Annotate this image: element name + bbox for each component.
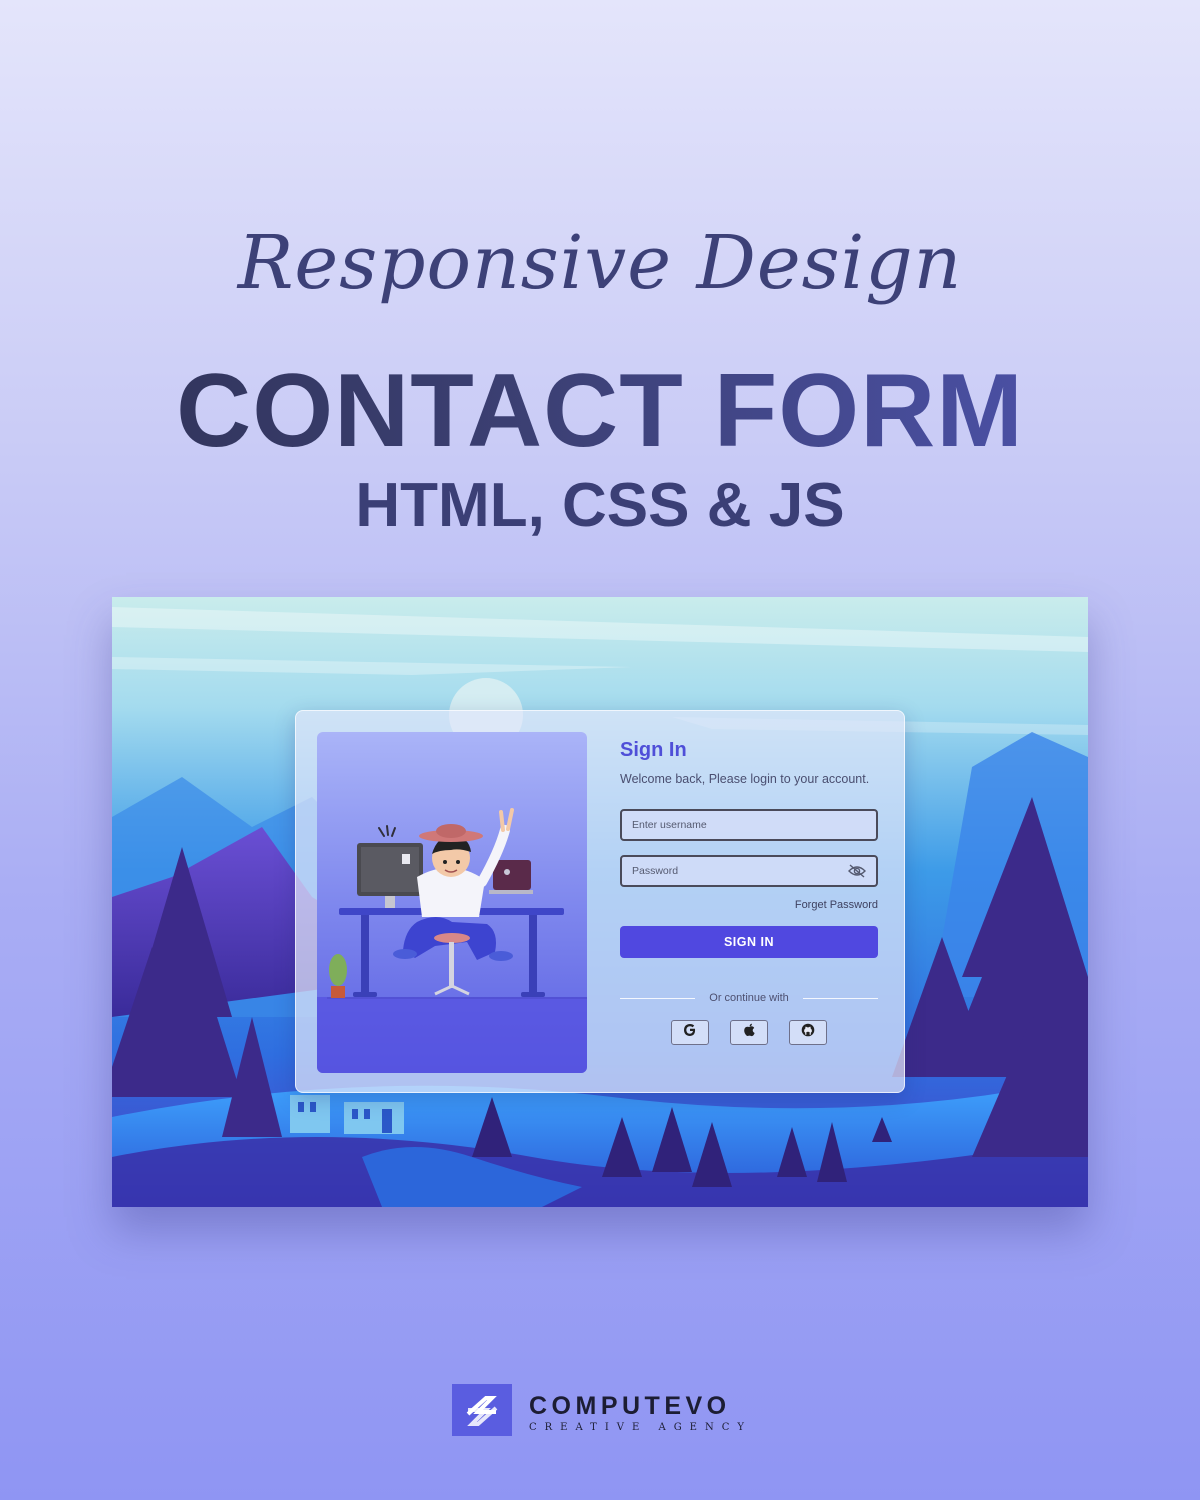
- illustration-panel: [317, 732, 587, 1073]
- google-login-button[interactable]: [671, 1020, 709, 1045]
- brand-tagline: CREATIVE AGENCY: [529, 1422, 752, 1433]
- username-input[interactable]: [622, 811, 876, 839]
- password-input[interactable]: [622, 857, 876, 885]
- sub-title: HTML, CSS & JS: [355, 471, 845, 540]
- github-login-button[interactable]: [789, 1020, 827, 1045]
- brand-name: COMPUTEVO: [529, 1392, 731, 1420]
- social-login-row: [620, 1020, 878, 1045]
- continue-divider: Or continue with: [620, 992, 879, 1004]
- divider-line-right: [802, 997, 879, 999]
- password-field: [620, 855, 878, 887]
- apple-icon: [743, 1023, 756, 1042]
- divider-line-left: [620, 997, 696, 999]
- computevo-logo: [452, 1384, 512, 1441]
- forget-password-link[interactable]: Forget Password: [620, 899, 878, 911]
- divider-text: Or continue with: [709, 992, 789, 1004]
- github-icon: [801, 1023, 815, 1042]
- apple-login-button[interactable]: [730, 1020, 768, 1045]
- sign-in-button[interactable]: SIGN IN: [620, 926, 878, 958]
- person-at-desk-illustration: [317, 808, 587, 1073]
- form-title: Sign In: [620, 739, 687, 761]
- login-page-mockup: Sign In Welcome back, Please login to yo…: [112, 597, 1088, 1207]
- script-title: Responsive Design: [237, 220, 963, 306]
- main-title: CONTACT FORM: [0, 352, 1200, 471]
- brand-text: COMPUTEVO CREATIVE AGENCY: [529, 1392, 752, 1433]
- sign-in-form: Sign In Welcome back, Please login to yo…: [620, 739, 879, 1045]
- welcome-text: Welcome back, Please login to your accou…: [620, 772, 870, 786]
- eye-slash-icon[interactable]: [848, 863, 866, 884]
- google-icon: [683, 1023, 697, 1042]
- sign-in-card: Sign In Welcome back, Please login to yo…: [295, 710, 905, 1093]
- username-field: [620, 809, 878, 841]
- brand-footer: COMPUTEVO CREATIVE AGENCY: [452, 1384, 752, 1441]
